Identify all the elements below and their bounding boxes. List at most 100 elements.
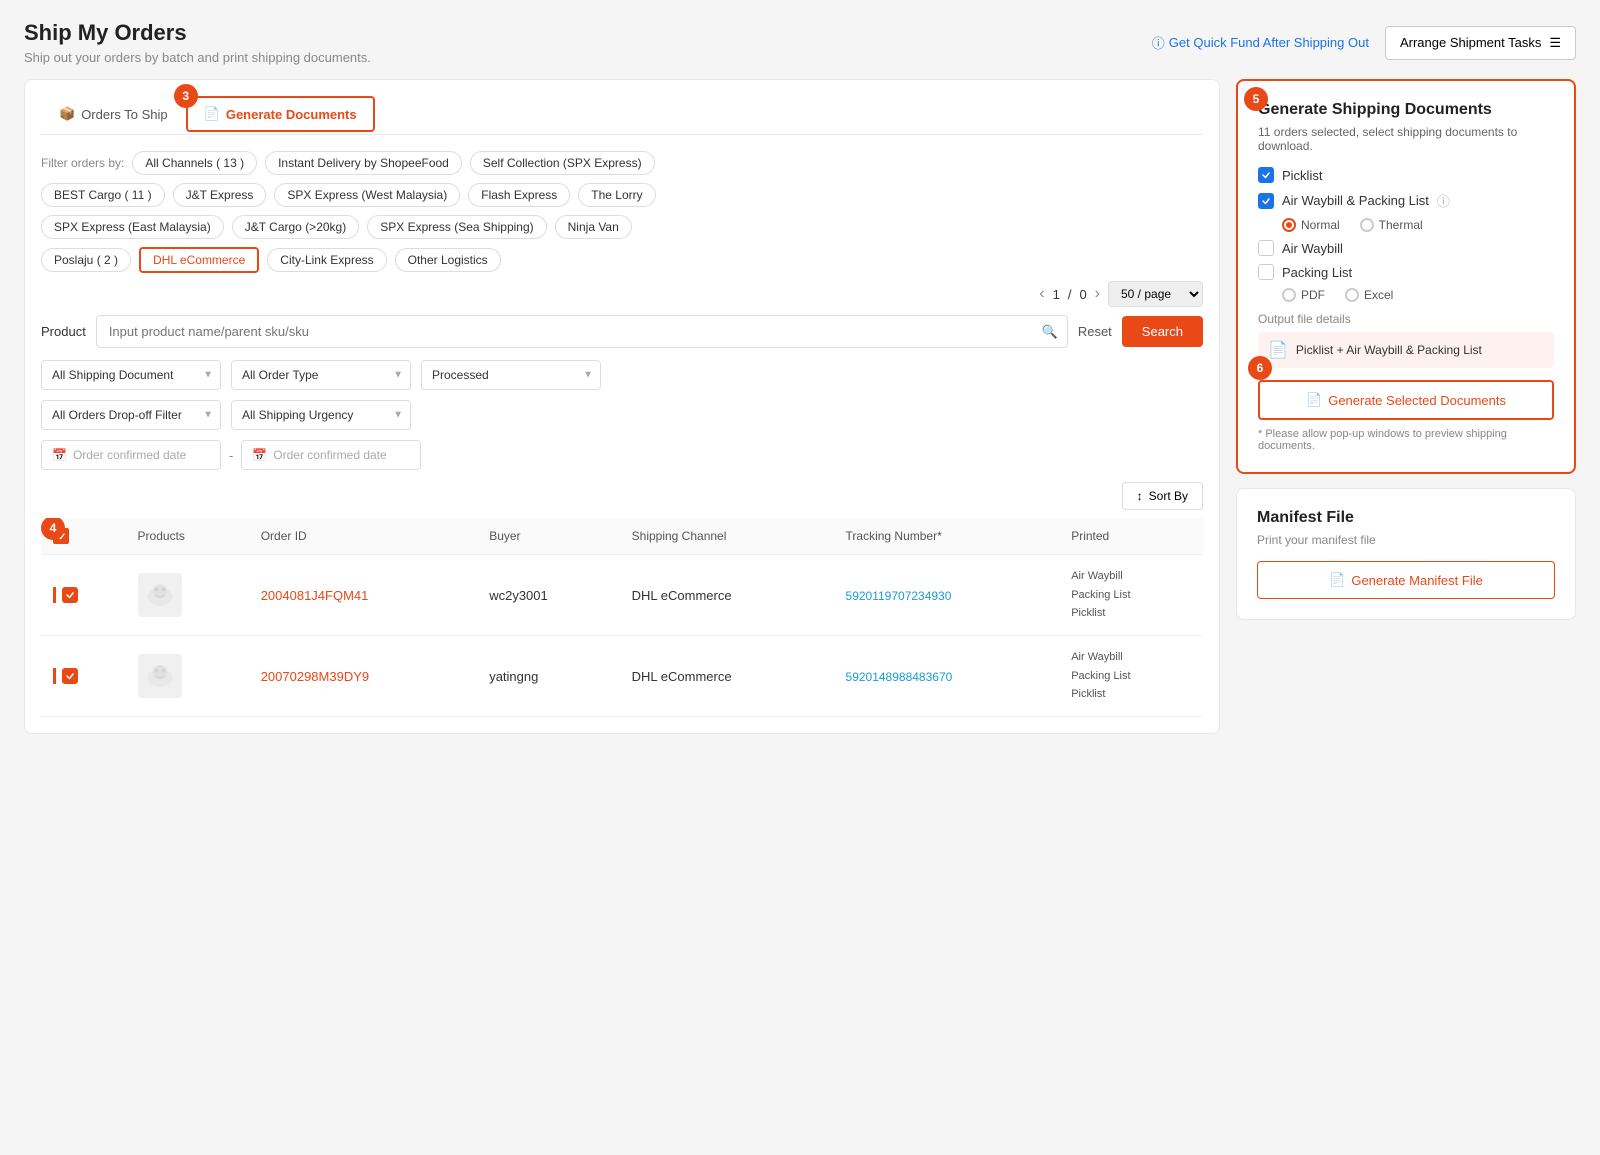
pdf-radio[interactable]: PDF (1282, 288, 1325, 302)
air-waybill-packing-label: Air Waybill & Packing List (1282, 193, 1429, 208)
filter-dropdowns: All Shipping Document ▼ All Order Type ▼… (41, 360, 1203, 390)
box-icon: 📦 (59, 106, 75, 122)
tab-generate-documents[interactable]: 📄 Generate Documents (186, 96, 375, 132)
output-label: Output file details (1258, 312, 1554, 326)
manifest-icon: 📄 (1329, 572, 1345, 588)
calendar-icon-2: 📅 (252, 448, 267, 462)
shipping-doc-wrap: All Shipping Document ▼ (41, 360, 221, 390)
col-buyer: Buyer (477, 518, 619, 555)
chip-poslaju[interactable]: Poslaju ( 2 ) (41, 248, 131, 272)
chip-other-logistics[interactable]: Other Logistics (395, 248, 501, 272)
air-waybill-checkbox[interactable] (1258, 240, 1274, 256)
page-current: 1 (1053, 287, 1060, 302)
picklist-checkbox[interactable] (1258, 167, 1274, 183)
orders-table-wrap: 4 Products Order ID Buyer Shipping Chann… (41, 518, 1203, 717)
chip-dhl[interactable]: DHL eCommerce (139, 247, 259, 273)
print-type-radios: Normal Thermal (1282, 218, 1554, 232)
col-order-id: Order ID (249, 518, 478, 555)
get-quick-fund-link[interactable]: ⓘ Get Quick Fund After Shipping Out (1152, 33, 1369, 52)
format-radios: PDF Excel (1282, 288, 1554, 302)
packing-list-label: Packing List (1282, 265, 1352, 280)
step-badge-6: 6 (1248, 356, 1272, 380)
search-button[interactable]: Search (1122, 316, 1203, 347)
date-to-input[interactable]: 📅 Order confirmed date (241, 440, 421, 470)
normal-radio[interactable]: Normal (1282, 218, 1340, 232)
chip-self-collection[interactable]: Self Collection (SPX Express) (470, 151, 655, 175)
channel-1: DHL eCommerce (620, 555, 834, 636)
step-badge-5: 5 (1244, 87, 1268, 111)
fund-icon: ⓘ (1152, 33, 1165, 52)
thermal-radio[interactable]: Thermal (1360, 218, 1423, 232)
dropoff-filter-select[interactable]: All Orders Drop-off Filter (41, 400, 221, 430)
chip-the-lorry[interactable]: The Lorry (578, 183, 655, 207)
arrange-label: Arrange Shipment Tasks (1400, 35, 1541, 50)
status-select[interactable]: Processed (421, 360, 601, 390)
dropoff-filter-wrap: All Orders Drop-off Filter ▼ (41, 400, 221, 430)
chip-spx-east[interactable]: SPX Express (East Malaysia) (41, 215, 224, 239)
col-tracking-number: Tracking Number* (834, 518, 1060, 555)
info-icon: ⓘ (1437, 191, 1450, 210)
shipping-doc-select[interactable]: All Shipping Document (41, 360, 221, 390)
per-page-select[interactable]: 50 / page 100 / page (1108, 281, 1203, 307)
tab-orders-to-ship[interactable]: 📦 Orders To Ship (41, 96, 186, 134)
search-label: Product (41, 324, 86, 339)
row-1-checkbox[interactable] (62, 587, 78, 603)
manifest-title: Manifest File (1257, 509, 1555, 527)
step-badge-3: 3 (174, 84, 198, 108)
doc-icon: 📄 (204, 106, 220, 122)
chip-best-cargo[interactable]: BEST Cargo ( 11 ) (41, 183, 165, 207)
picklist-label: Picklist (1282, 168, 1322, 183)
sort-row: ↕ Sort By (41, 482, 1203, 510)
search-input-wrap: 🔍 (96, 315, 1068, 348)
chip-citylink[interactable]: City-Link Express (267, 248, 386, 272)
order-type-select[interactable]: All Order Type (231, 360, 411, 390)
order-id-1[interactable]: 2004081J4FQM41 (261, 588, 369, 603)
arrange-shipment-tasks-button[interactable]: Arrange Shipment Tasks ☰ (1385, 26, 1576, 60)
generate-selected-docs-button[interactable]: 📄 Generate Selected Documents (1258, 380, 1554, 420)
sort-by-button[interactable]: ↕ Sort By (1122, 482, 1203, 510)
search-input[interactable] (96, 315, 1068, 348)
menu-icon: ☰ (1549, 35, 1561, 51)
chip-ninja-van[interactable]: Ninja Van (555, 215, 632, 239)
next-page-button[interactable]: › (1095, 285, 1100, 303)
reset-button[interactable]: Reset (1078, 324, 1112, 339)
gen-docs-subtitle: 11 orders selected, select shipping docu… (1258, 125, 1554, 153)
air-waybill-only-option: Air Waybill (1258, 240, 1554, 256)
order-id-2[interactable]: 20070298M39DY9 (261, 669, 369, 684)
table-row: 2004081J4FQM41 wc2y3001 DHL eCommerce 59… (41, 555, 1203, 636)
filter-chips-row: Filter orders by: All Channels ( 13 ) In… (41, 151, 1203, 175)
date-separator: - (229, 448, 233, 463)
chip-instant-delivery[interactable]: Instant Delivery by ShopeeFood (265, 151, 462, 175)
picklist-option: Picklist (1258, 167, 1554, 183)
row-2-checkbox[interactable] (62, 668, 78, 684)
pdf-icon: 📄 (1268, 340, 1288, 360)
chip-jt-express[interactable]: J&T Express (173, 183, 267, 207)
prev-page-button[interactable]: ‹ (1039, 285, 1044, 303)
filter-label: Filter orders by: (41, 156, 124, 170)
date-row: 📅 Order confirmed date - 📅 Order confirm… (41, 440, 1203, 470)
orders-table: 4 Products Order ID Buyer Shipping Chann… (41, 518, 1203, 717)
calendar-icon: 📅 (52, 448, 67, 462)
output-section: Output file details 📄 Picklist + Air Way… (1258, 312, 1554, 368)
packing-list-checkbox[interactable] (1258, 264, 1274, 280)
output-file-name: Picklist + Air Waybill & Packing List (1296, 343, 1482, 357)
date-from-placeholder: Order confirmed date (73, 448, 186, 462)
chip-all-channels[interactable]: All Channels ( 13 ) (132, 151, 257, 175)
tracking-2[interactable]: 5920148988483670 (846, 670, 953, 684)
generate-manifest-button[interactable]: 📄 Generate Manifest File (1257, 561, 1555, 599)
chip-spx-west[interactable]: SPX Express (West Malaysia) (274, 183, 460, 207)
date-to-placeholder: Order confirmed date (273, 448, 386, 462)
date-from-input[interactable]: 📅 Order confirmed date (41, 440, 221, 470)
chip-spx-sea[interactable]: SPX Express (Sea Shipping) (367, 215, 546, 239)
shipping-urgency-select[interactable]: All Shipping Urgency (231, 400, 411, 430)
buyer-2: yatingng (477, 636, 619, 717)
manifest-subtitle: Print your manifest file (1257, 533, 1555, 547)
excel-radio[interactable]: Excel (1345, 288, 1393, 302)
chip-jt-cargo[interactable]: J&T Cargo (>20kg) (232, 215, 360, 239)
search-icon: 🔍 (1042, 324, 1058, 340)
air-waybill-packing-checkbox[interactable] (1258, 193, 1274, 209)
page-title: Ship My Orders (24, 20, 371, 46)
chip-flash-express[interactable]: Flash Express (468, 183, 570, 207)
doc-gen-icon: 📄 (1306, 392, 1322, 408)
tracking-1[interactable]: 5920119707234930 (846, 589, 952, 603)
